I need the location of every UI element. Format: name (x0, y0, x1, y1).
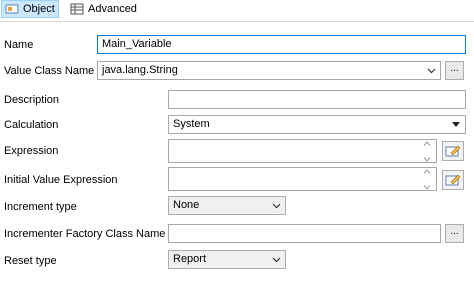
incrementer-factory-browse-button[interactable]: ... (445, 224, 464, 243)
object-tab-icon (5, 3, 19, 15)
scroll-down-icon (423, 185, 431, 190)
scroll-down-icon (423, 157, 431, 162)
incrementer-factory-field[interactable] (168, 224, 441, 243)
table-icon (70, 3, 84, 15)
value-class-name-combo[interactable]: java.lang.String (97, 61, 441, 80)
name-label: Name (4, 39, 34, 51)
chevron-down-icon[interactable] (267, 251, 285, 268)
tab-divider (0, 21, 474, 22)
initial-value-editor-button[interactable] (442, 170, 464, 190)
calculation-label: Calculation (4, 119, 59, 131)
expression-editor-button[interactable] (442, 141, 464, 161)
initial-value-expression-label: Initial Value Expression (4, 174, 118, 186)
edit-expression-icon (445, 174, 461, 186)
scroll-up-icon (423, 169, 431, 174)
expression-scroll[interactable] (419, 140, 435, 163)
expression-field[interactable] (168, 139, 437, 163)
calculation-combo[interactable]: System (168, 115, 466, 134)
tab-object-label: Object (23, 3, 55, 15)
calculation-value: System (173, 118, 210, 130)
incrementer-factory-label: Incrementer Factory Class Name (4, 228, 166, 240)
initial-value-expression-field[interactable] (168, 167, 437, 191)
increment-type-label: Increment type (4, 201, 77, 213)
reset-type-label: Reset type (4, 255, 57, 267)
chevron-down-icon[interactable] (267, 197, 285, 214)
name-value: Main_Variable (102, 38, 172, 50)
increment-type-combo[interactable]: None (168, 196, 286, 215)
reset-type-combo[interactable]: Report (168, 250, 286, 269)
initial-value-scroll[interactable] (419, 168, 435, 191)
tab-object[interactable]: Object (1, 0, 59, 18)
increment-type-value: None (173, 199, 200, 211)
value-class-name-value: java.lang.String (102, 64, 178, 76)
value-class-browse-button[interactable]: ... (445, 61, 464, 80)
chevron-down-icon[interactable] (422, 62, 440, 79)
scroll-up-icon (423, 141, 431, 146)
description-label: Description (4, 94, 60, 106)
description-field[interactable] (168, 90, 466, 109)
edit-expression-icon (445, 145, 461, 157)
tab-advanced-label: Advanced (88, 3, 137, 15)
tab-advanced[interactable]: Advanced (67, 0, 140, 18)
triangle-down-icon[interactable] (447, 116, 465, 133)
name-field[interactable]: Main_Variable (97, 35, 466, 54)
value-class-name-label: Value Class Name (4, 65, 95, 77)
reset-type-value: Report (173, 253, 207, 265)
expression-label: Expression (4, 145, 59, 157)
